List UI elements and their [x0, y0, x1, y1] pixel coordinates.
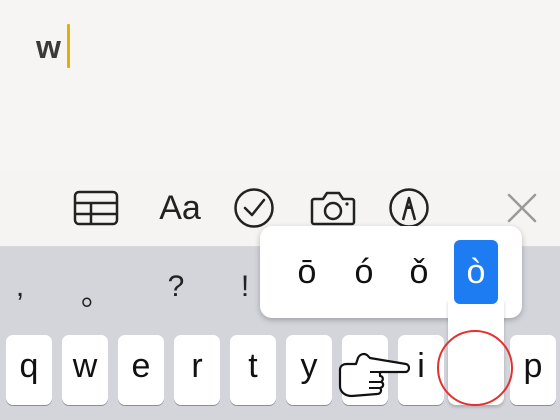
key-y[interactable]: y [286, 335, 332, 405]
key-w[interactable]: w [62, 335, 108, 405]
note-text: w [36, 29, 61, 65]
punctuation-period[interactable]: 。 [76, 270, 116, 314]
note-editor[interactable]: w [0, 0, 560, 172]
camera-icon[interactable] [309, 186, 357, 230]
highlight-circle [437, 330, 513, 406]
accent-option-o-acute[interactable]: ó [342, 240, 386, 304]
table-icon[interactable] [72, 186, 120, 230]
format-text-icon[interactable]: Aa [152, 186, 208, 230]
punctuation-question[interactable]: ? [156, 270, 196, 304]
accent-option-o-caron[interactable]: ǒ [397, 240, 441, 304]
accent-option-o-grave[interactable]: ò [454, 240, 498, 304]
checklist-icon[interactable] [232, 186, 276, 230]
key-r[interactable]: r [174, 335, 220, 405]
accent-option-o-macron[interactable]: ō [285, 240, 329, 304]
close-icon[interactable] [504, 186, 540, 230]
markup-pen-icon[interactable] [387, 186, 431, 230]
punctuation-comma[interactable]: , [0, 270, 40, 304]
key-q[interactable]: q [6, 335, 52, 405]
punctuation-exclamation[interactable]: ! [225, 270, 265, 304]
key-e[interactable]: e [118, 335, 164, 405]
key-t[interactable]: t [230, 335, 276, 405]
text-cursor [67, 24, 70, 68]
format-text-label: Aa [159, 188, 201, 227]
key-p[interactable]: p [510, 335, 556, 405]
pointing-hand-icon [336, 348, 412, 404]
